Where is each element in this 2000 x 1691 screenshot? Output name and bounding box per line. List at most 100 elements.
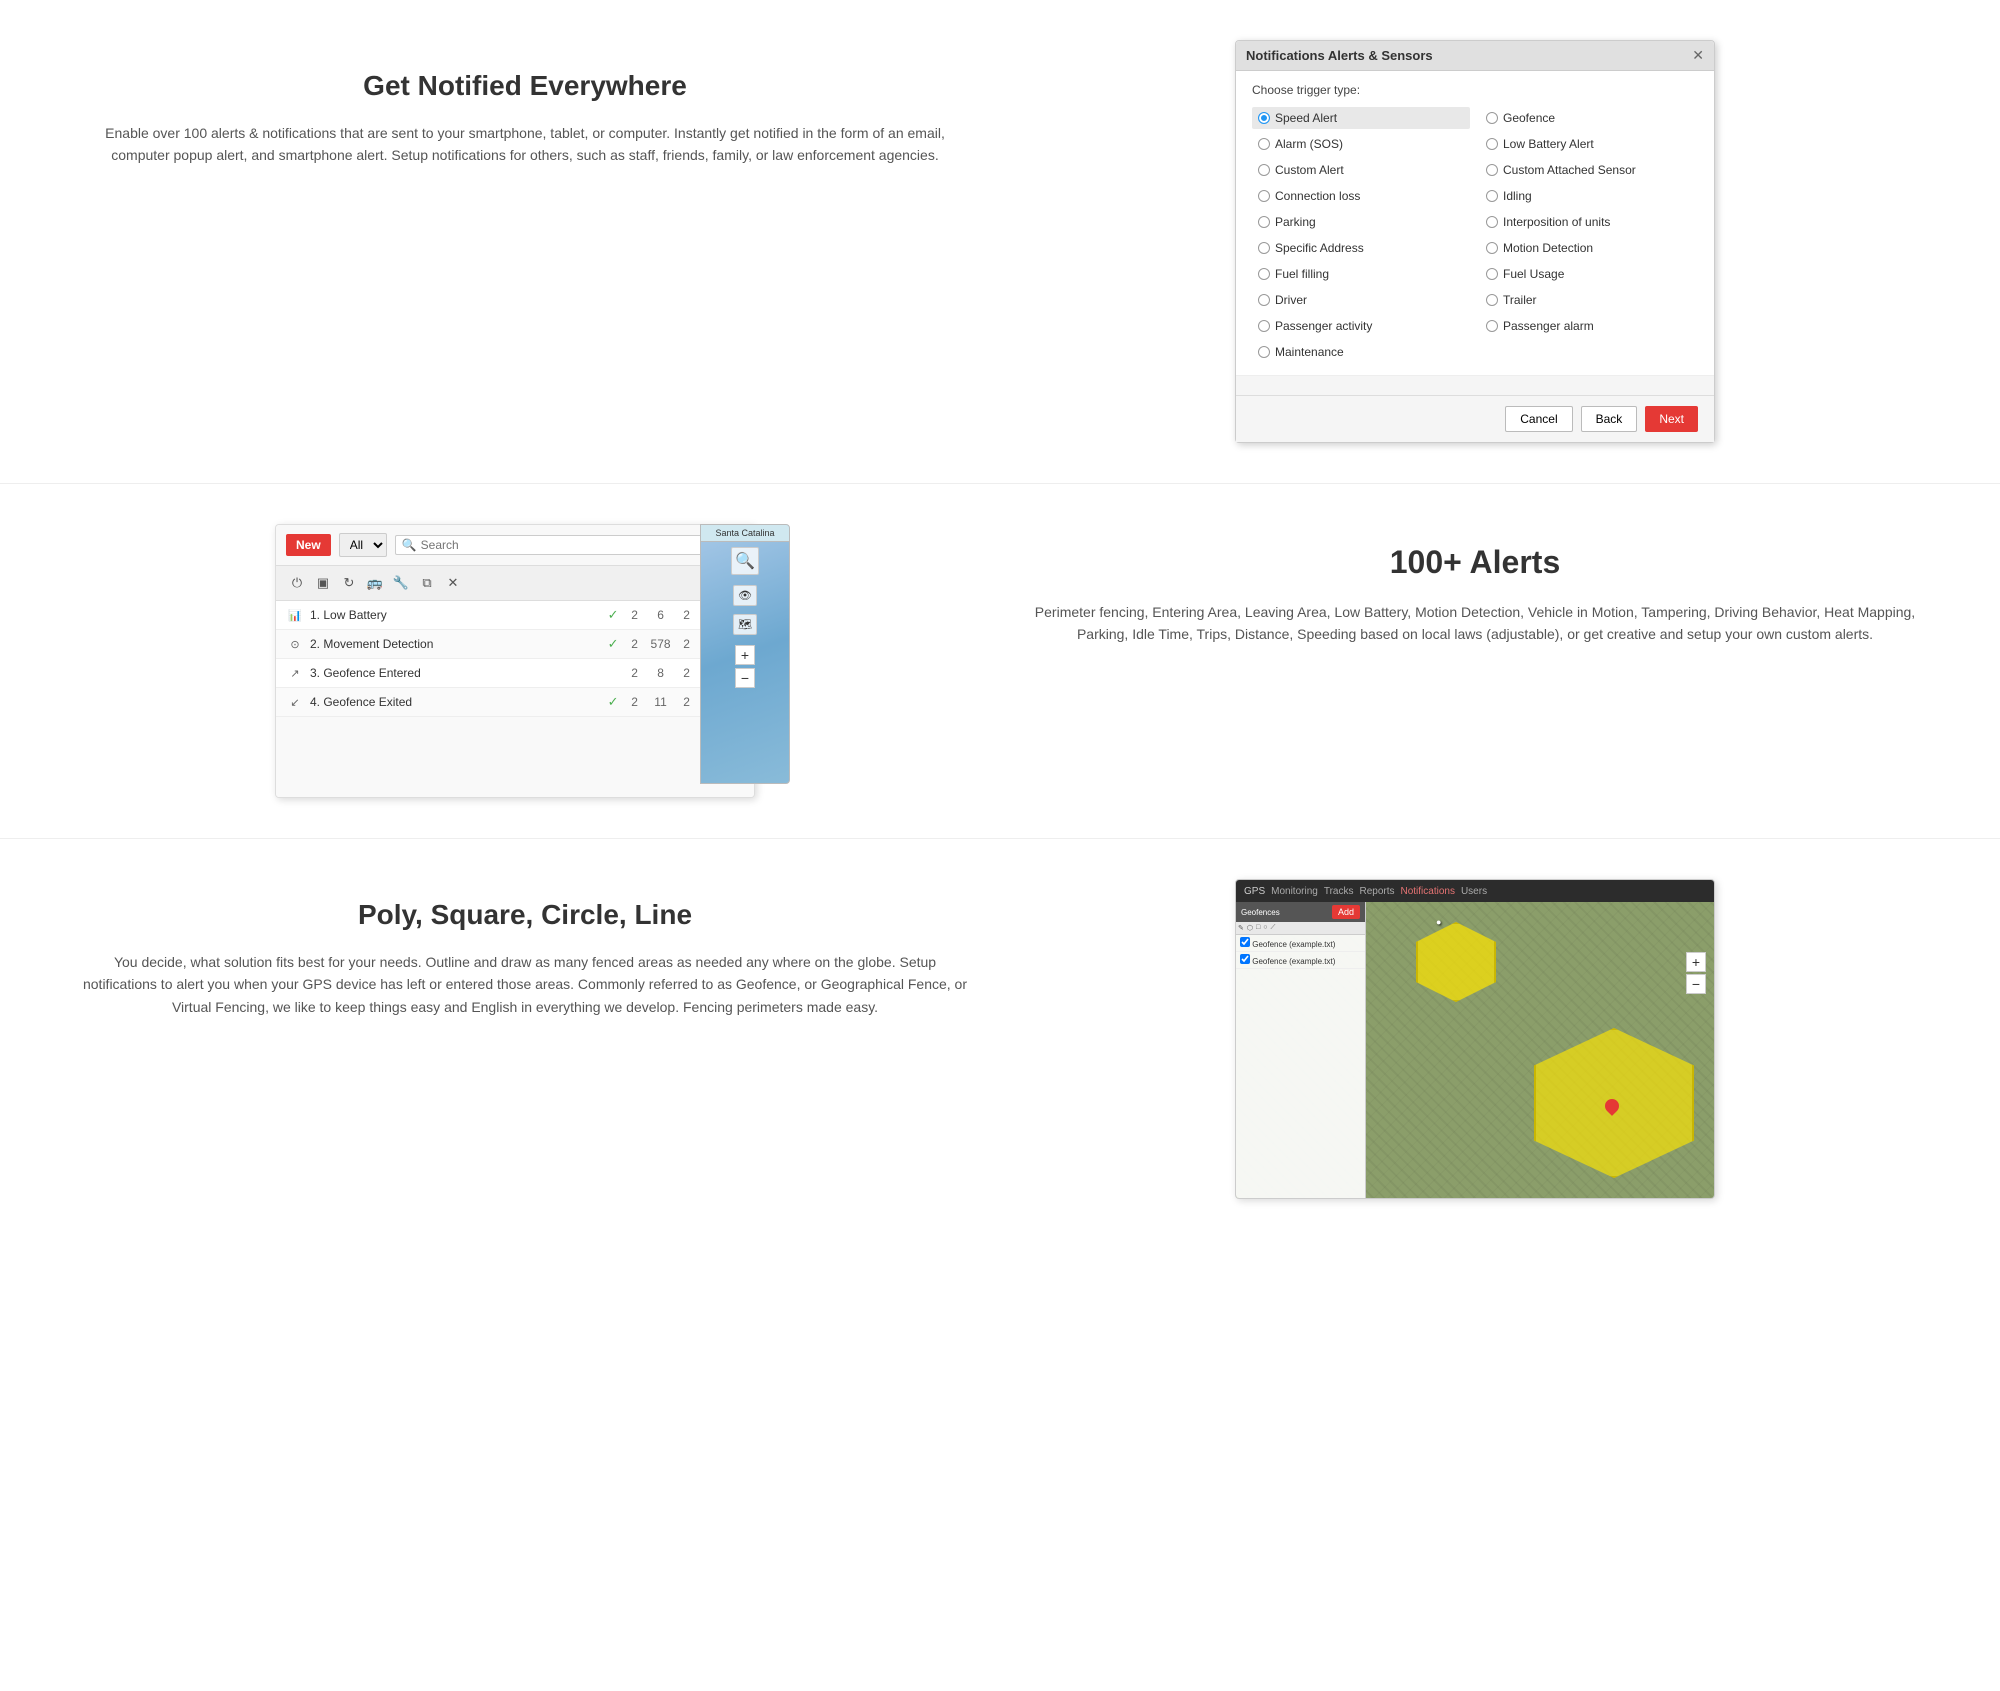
geofence-map-mockup: GPS Monitoring Tracks Reports Notificati… <box>1235 879 1715 1199</box>
geo-fence-row-2[interactable]: Geofence (example.txt) <box>1236 952 1365 969</box>
col2-4: 11 <box>651 695 671 709</box>
dialog-option-motion-detection[interactable]: Motion Detection <box>1480 237 1698 259</box>
radio-fuel-usage <box>1486 268 1498 280</box>
col1-1: 2 <box>625 608 645 622</box>
truck-icon[interactable]: 🚌 <box>364 572 386 594</box>
map-icon[interactable]: 🗺 <box>733 614 757 635</box>
col1-2: 2 <box>625 637 645 651</box>
geo-fence-row-1[interactable]: Geofence (example.txt) <box>1236 935 1365 952</box>
radio-parking <box>1258 216 1270 228</box>
new-alert-button[interactable]: New <box>286 534 331 556</box>
dialog-option-fuel-filling[interactable]: Fuel filling <box>1252 263 1470 285</box>
dialog-back-button[interactable]: Back <box>1581 406 1638 432</box>
dialog-option-custom-sensor[interactable]: Custom Attached Sensor <box>1480 159 1698 181</box>
geo-fence-check-1[interactable] <box>1240 937 1250 947</box>
zoom-in-button[interactable]: + <box>735 645 755 665</box>
col3-2: 2 <box>677 637 697 651</box>
alerts-search-container: 🔍 <box>395 535 744 555</box>
checkmark-1: ✓ <box>608 607 619 623</box>
section2-title: 100+ Alerts <box>1030 544 1920 581</box>
radio-maintenance <box>1258 346 1270 358</box>
geo-toolbar-icon-3[interactable]: □ <box>1256 924 1260 932</box>
geo-sidebar-title: Geofences <box>1241 908 1280 917</box>
geo-toolbar-icon-1[interactable]: ✎ <box>1238 924 1244 932</box>
col1-4: 2 <box>625 695 645 709</box>
alerts-toolbar: New All 🔍 <box>276 525 754 566</box>
radio-passenger-activity <box>1258 320 1270 332</box>
dialog-choose-label: Choose trigger type: <box>1252 83 1698 97</box>
dialog-option-speed-alert[interactable]: Speed Alert <box>1252 107 1470 129</box>
section-geofence: Poly, Square, Circle, Line You decide, w… <box>0 839 2000 1239</box>
dialog-option-idling[interactable]: Idling <box>1480 185 1698 207</box>
geofence-exit-icon: ↙ <box>286 693 304 711</box>
geo-menu-tracks: Tracks <box>1324 886 1354 897</box>
geo-toolbar-icon-4[interactable]: ○ <box>1263 924 1267 932</box>
col1-3: 2 <box>625 666 645 680</box>
dialog-option-low-battery-alert[interactable]: Low Battery Alert <box>1480 133 1698 155</box>
radio-geofence <box>1486 112 1498 124</box>
radio-connection-loss <box>1258 190 1270 202</box>
notification-dialog: Notifications Alerts & Sensors ✕ Choose … <box>1235 40 1715 443</box>
radio-specific-address <box>1258 242 1270 254</box>
search-icon: 🔍 <box>402 538 417 552</box>
geo-add-button[interactable]: Add <box>1332 905 1360 919</box>
dialog-option-passenger-activity[interactable]: Passenger activity <box>1252 315 1470 337</box>
dialog-cancel-button[interactable]: Cancel <box>1505 406 1572 432</box>
radio-interposition <box>1486 216 1498 228</box>
section3-image: GPS Monitoring Tracks Reports Notificati… <box>1030 879 1920 1199</box>
dialog-body: Choose trigger type: Speed Alert Geofenc… <box>1236 71 1714 375</box>
geo-zoom-in-button[interactable]: + <box>1686 952 1706 972</box>
dialog-option-passenger-alarm[interactable]: Passenger alarm <box>1480 315 1698 337</box>
copy-icon[interactable]: ⧉ <box>416 572 438 594</box>
dialog-close-button[interactable]: ✕ <box>1692 47 1704 64</box>
dialog-option-interposition[interactable]: Interposition of units <box>1480 211 1698 233</box>
map-region-label: ● <box>1436 917 1441 927</box>
dialog-option-maintenance[interactable]: Maintenance <box>1252 341 1470 363</box>
dialog-option-connection-loss[interactable]: Connection loss <box>1252 185 1470 207</box>
section2-description: Perimeter fencing, Entering Area, Leavin… <box>1030 601 1920 646</box>
col2-3: 8 <box>651 666 671 680</box>
dialog-option-geofence[interactable]: Geofence <box>1480 107 1698 129</box>
radio-fuel-filling <box>1258 268 1270 280</box>
geo-titlebar: GPS Monitoring Tracks Reports Notificati… <box>1236 880 1714 902</box>
tool-icon[interactable]: 🔧 <box>390 572 412 594</box>
col2-1: 6 <box>651 608 671 622</box>
dialog-next-button[interactable]: Next <box>1645 406 1698 432</box>
close-action-icon[interactable]: ✕ <box>442 572 464 594</box>
power-icon[interactable]: ⏻ <box>286 572 308 594</box>
geo-toolbar-icon-5[interactable]: ⟋ <box>1270 924 1275 932</box>
dialog-option-alarm[interactable]: Alarm (SOS) <box>1252 133 1470 155</box>
section-alerts: New All 🔍 ⏻ ▣ ↻ 🚌 🔧 ⧉ ✕ <box>0 484 2000 839</box>
section1-description: Enable over 100 alerts & notifications t… <box>80 122 970 167</box>
refresh-icon[interactable]: ↻ <box>338 572 360 594</box>
geo-map-background: Geofences Add ✎ ⬡ □ ○ ⟋ <box>1236 902 1714 1198</box>
dialog-option-fuel-usage[interactable]: Fuel Usage <box>1480 263 1698 285</box>
dialog-option-trailer[interactable]: Trailer <box>1480 289 1698 311</box>
section3-title: Poly, Square, Circle, Line <box>80 899 970 931</box>
map-search-icon[interactable]: 🔍 <box>731 547 759 575</box>
alert-name-geofence-exited: 4. Geofence Exited <box>310 695 602 709</box>
alerts-search-input[interactable] <box>421 538 576 552</box>
dialog-option-custom-alert[interactable]: Custom Alert <box>1252 159 1470 181</box>
geofence-enter-icon: ↗ <box>286 664 304 682</box>
eye-icon[interactable]: 👁 <box>733 585 757 606</box>
radio-passenger-alarm <box>1486 320 1498 332</box>
geo-toolbar-icon-2[interactable]: ⬡ <box>1247 924 1253 932</box>
geo-menu-users: Users <box>1461 886 1487 897</box>
alert-row-geofence-entered: ↗ 3. Geofence Entered 2 8 2 🔧 ⧉ ✕ <box>276 659 754 688</box>
dialog-option-specific-address[interactable]: Specific Address <box>1252 237 1470 259</box>
col3-1: 2 <box>677 608 697 622</box>
geo-fence-check-2[interactable] <box>1240 954 1250 964</box>
alert-row-movement: ⊙ 2. Movement Detection ✓ 2 578 2 🔧 ⧉ ✕ <box>276 630 754 659</box>
geo-sidebar: Geofences Add ✎ ⬡ □ ○ ⟋ <box>1236 902 1366 1198</box>
col2-2: 578 <box>651 637 671 651</box>
dialog-option-driver[interactable]: Driver <box>1252 289 1470 311</box>
screen-icon[interactable]: ▣ <box>312 572 334 594</box>
zoom-out-button[interactable]: − <box>735 668 755 688</box>
alerts-filter-select[interactable]: All <box>339 533 387 557</box>
geo-zoom-out-button[interactable]: − <box>1686 974 1706 994</box>
radio-alarm <box>1258 138 1270 150</box>
dialog-option-parking[interactable]: Parking <box>1252 211 1470 233</box>
geo-map-area: Geofences Add ✎ ⬡ □ ○ ⟋ <box>1236 902 1714 1198</box>
alerts-table: New All 🔍 ⏻ ▣ ↻ 🚌 🔧 ⧉ ✕ <box>275 524 755 798</box>
